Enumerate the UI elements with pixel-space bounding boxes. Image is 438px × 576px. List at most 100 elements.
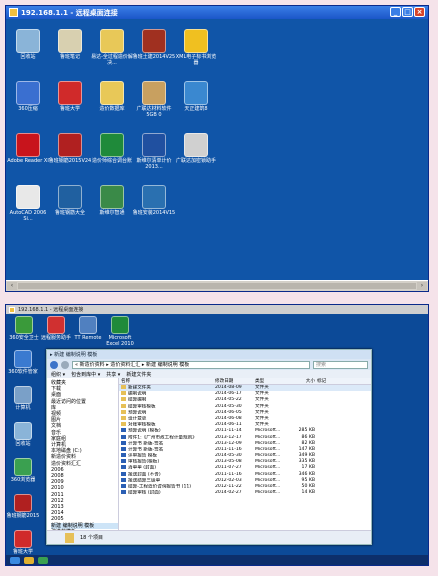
back-icon[interactable] <box>50 360 58 369</box>
scroll-thumb[interactable] <box>18 283 416 289</box>
folder-icon <box>121 391 126 396</box>
desktop-icon-label: 斯维尔清单计价2013... <box>136 158 172 170</box>
desktop-icon[interactable]: AutoCAD 2006 Si... <box>6 185 50 222</box>
toolbar-button[interactable]: 共享 ▾ <box>106 371 120 378</box>
title-bar[interactable]: 192.168.1.1 - 远程桌面连接 _ □ × <box>6 6 428 19</box>
search-input[interactable]: 搜索 <box>313 360 368 369</box>
desktop-icon[interactable]: 回收站 <box>6 29 50 60</box>
desktop-icon[interactable]: 鲁班安装2014V15 <box>132 185 176 216</box>
word-doc-icon <box>121 465 126 470</box>
desktop-icon-label: 造价数据库 <box>99 106 125 112</box>
browser-task-icon[interactable] <box>38 556 48 564</box>
column-tags[interactable]: 标记 <box>317 378 371 384</box>
desktop-icon[interactable]: 天正建筑8 <box>174 81 218 112</box>
word-doc-icon <box>121 459 126 464</box>
app-icon <box>14 458 32 476</box>
column-size[interactable]: 大小 <box>293 378 317 384</box>
column-type[interactable]: 类型 <box>255 378 293 384</box>
desktop-icon[interactable]: 鲁班笔记 <box>48 29 92 60</box>
desktop-icon-label: 鲁班钢筋2015 <box>6 513 40 519</box>
forward-icon[interactable] <box>61 360 69 369</box>
desktop-icon[interactable]: Microsoft Excel 2010 <box>102 316 138 347</box>
word-doc-icon <box>121 434 126 439</box>
explorer-title-bar[interactable]: ▸ 新建 编制说明 模板 <box>47 350 371 359</box>
autocad-icon <box>16 185 40 209</box>
address-row: « 新造价资料 ▸ 造价资料汇汇 ▸ 新建 编制说明 模板 搜索 <box>47 359 371 370</box>
folder-icon <box>121 409 126 414</box>
remote-desktop-icon <box>9 306 15 313</box>
remote-desktop-area: 回收站 鲁班笔记 易达-全过程造价解决... 鲁班土建2014V25 XML电子标书浏览… <box>6 19 428 280</box>
toolbar-button[interactable]: 包含到库中 ▾ <box>71 371 100 378</box>
desktop-icon[interactable]: 广联达加密锁助手 <box>174 133 218 164</box>
toolbar-button[interactable]: 新建文件夹 <box>126 371 151 378</box>
horizontal-scrollbar[interactable]: ‹ › <box>6 280 428 291</box>
title-bar[interactable]: 192.168.1.1 - 远程桌面连接 <box>6 305 428 314</box>
desktop-icon[interactable]: 360安全卫士 <box>6 316 42 341</box>
recycle-bin-icon <box>16 29 40 53</box>
explorer-task-icon[interactable] <box>24 556 34 564</box>
remote-desktop-window-top: 192.168.1.1 - 远程桌面连接 _ □ × 回收站 鲁班笔记 易达-全过程… <box>5 5 429 292</box>
desktop-icon[interactable]: 远程服务助手 <box>38 316 74 341</box>
desktop-icon[interactable]: 360软件管家 <box>6 350 40 375</box>
desktop-icon[interactable]: 造价师综合调台账 <box>90 133 134 164</box>
scroll-left-icon[interactable]: ‹ <box>7 282 17 290</box>
desktop-icon[interactable]: 回收站 <box>6 422 40 447</box>
desktop-icon[interactable]: 鲁班钢筋2015 <box>6 494 40 519</box>
folder-icon <box>121 415 126 420</box>
navigation-pane[interactable]: 收藏夹 下载 桌面 最近访问的位置库视频 图片 文档 音乐 家庭组 计算机 本地磁盘 (C:) 新造… <box>47 378 119 530</box>
desktop-icon[interactable]: 造价数据库 <box>90 81 134 112</box>
desktop-icon[interactable]: 360压缩 <box>6 81 50 112</box>
start-orb-icon[interactable] <box>10 556 20 564</box>
file-name-text: 清单单 (封面) <box>128 465 157 471</box>
desktop-icon-label: XML电子标书浏览器 <box>175 54 217 66</box>
desktop-icon-label: 鲁班安装2014V15 <box>132 210 176 216</box>
archive-icon <box>16 81 40 105</box>
luban-civil-icon <box>142 29 166 53</box>
desktop-icon-label: 鲁班大学 <box>59 106 80 112</box>
desktop-icon[interactable]: 鲁班大学 <box>6 530 40 555</box>
folder-icon <box>121 403 126 408</box>
file-name-text: 附件1:《广州市政工程计量规则》 <box>128 435 197 440</box>
desktop-icon-label: Microsoft Excel 2010 <box>106 335 134 347</box>
pdf-icon <box>16 133 40 157</box>
column-date[interactable]: 修改日期 <box>215 378 255 384</box>
desktop-icon[interactable]: 易达-全过程造价解决... <box>90 29 134 66</box>
close-button[interactable]: × <box>414 7 425 17</box>
word-doc-icon <box>121 453 126 458</box>
desktop-icon[interactable]: 鲁班钢筋2015V24 <box>48 133 92 164</box>
address-bar[interactable]: « 新造价资料 ▸ 造价资料汇汇 ▸ 新建 编制说明 模板 <box>72 360 310 369</box>
scroll-right-icon[interactable]: › <box>417 282 427 290</box>
file-name-text: 结算审核模板 <box>128 404 156 410</box>
desktop-icon-label: 鲁班笔记 <box>59 54 80 60</box>
remote-desktop-icon <box>9 8 18 17</box>
column-name[interactable]: 名称 <box>119 378 215 384</box>
file-row[interactable]: 结算审核 (封面) 2014-02-27 Microsoft... 14 KB <box>119 490 371 496</box>
maximize-button[interactable]: □ <box>402 7 413 17</box>
desktop-icon[interactable]: 斯维尔智通 <box>90 185 134 216</box>
file-name-text: 新建文件夹 <box>128 385 151 391</box>
desktop-icon[interactable]: XML电子标书浏览器 <box>174 29 218 66</box>
item-count: 18 个项目 <box>80 535 103 541</box>
file-name-text: 对账审核模板 <box>128 422 156 428</box>
minimize-button[interactable]: _ <box>390 7 401 17</box>
excel-icon <box>100 133 124 157</box>
toolbar-button[interactable]: 组织 ▾ <box>51 371 65 378</box>
thsware-icon <box>100 185 124 209</box>
desktop-icon-label: 远程服务助手 <box>40 335 71 341</box>
app-icon <box>14 530 32 548</box>
folder-icon <box>121 385 126 389</box>
desktop-icon[interactable]: Adobe Reader XI <box>6 133 50 164</box>
file-name-text: 结算-工程造价咨询报告书 (11) <box>128 484 192 490</box>
desktop-icon-label: 360压缩 <box>18 106 38 112</box>
notebook-icon <box>58 29 82 53</box>
desktop-icon[interactable]: 鲁班钢筋大全 <box>48 185 92 216</box>
file-name-text: 计算书 新版-签名 <box>128 441 164 447</box>
desktop-icon[interactable]: TT Remote <box>70 316 106 341</box>
desktop-icon[interactable]: 360浏览器 <box>6 458 40 483</box>
explorer-body: 收藏夹 下载 桌面 最近访问的位置库视频 图片 文档 音乐 家庭组 计算机 本地磁盘 (C:) 新造… <box>47 378 371 530</box>
desktop-icon[interactable]: 广联达材料软件5GB 0 <box>132 81 176 118</box>
desktop-icon[interactable]: 鲁班土建2014V25 <box>132 29 176 60</box>
desktop-icon[interactable]: 计算机 <box>6 386 40 411</box>
desktop-icon[interactable]: 鲁班大学 <box>48 81 92 112</box>
desktop-icon[interactable]: 斯维尔清单计价2013... <box>132 133 176 170</box>
